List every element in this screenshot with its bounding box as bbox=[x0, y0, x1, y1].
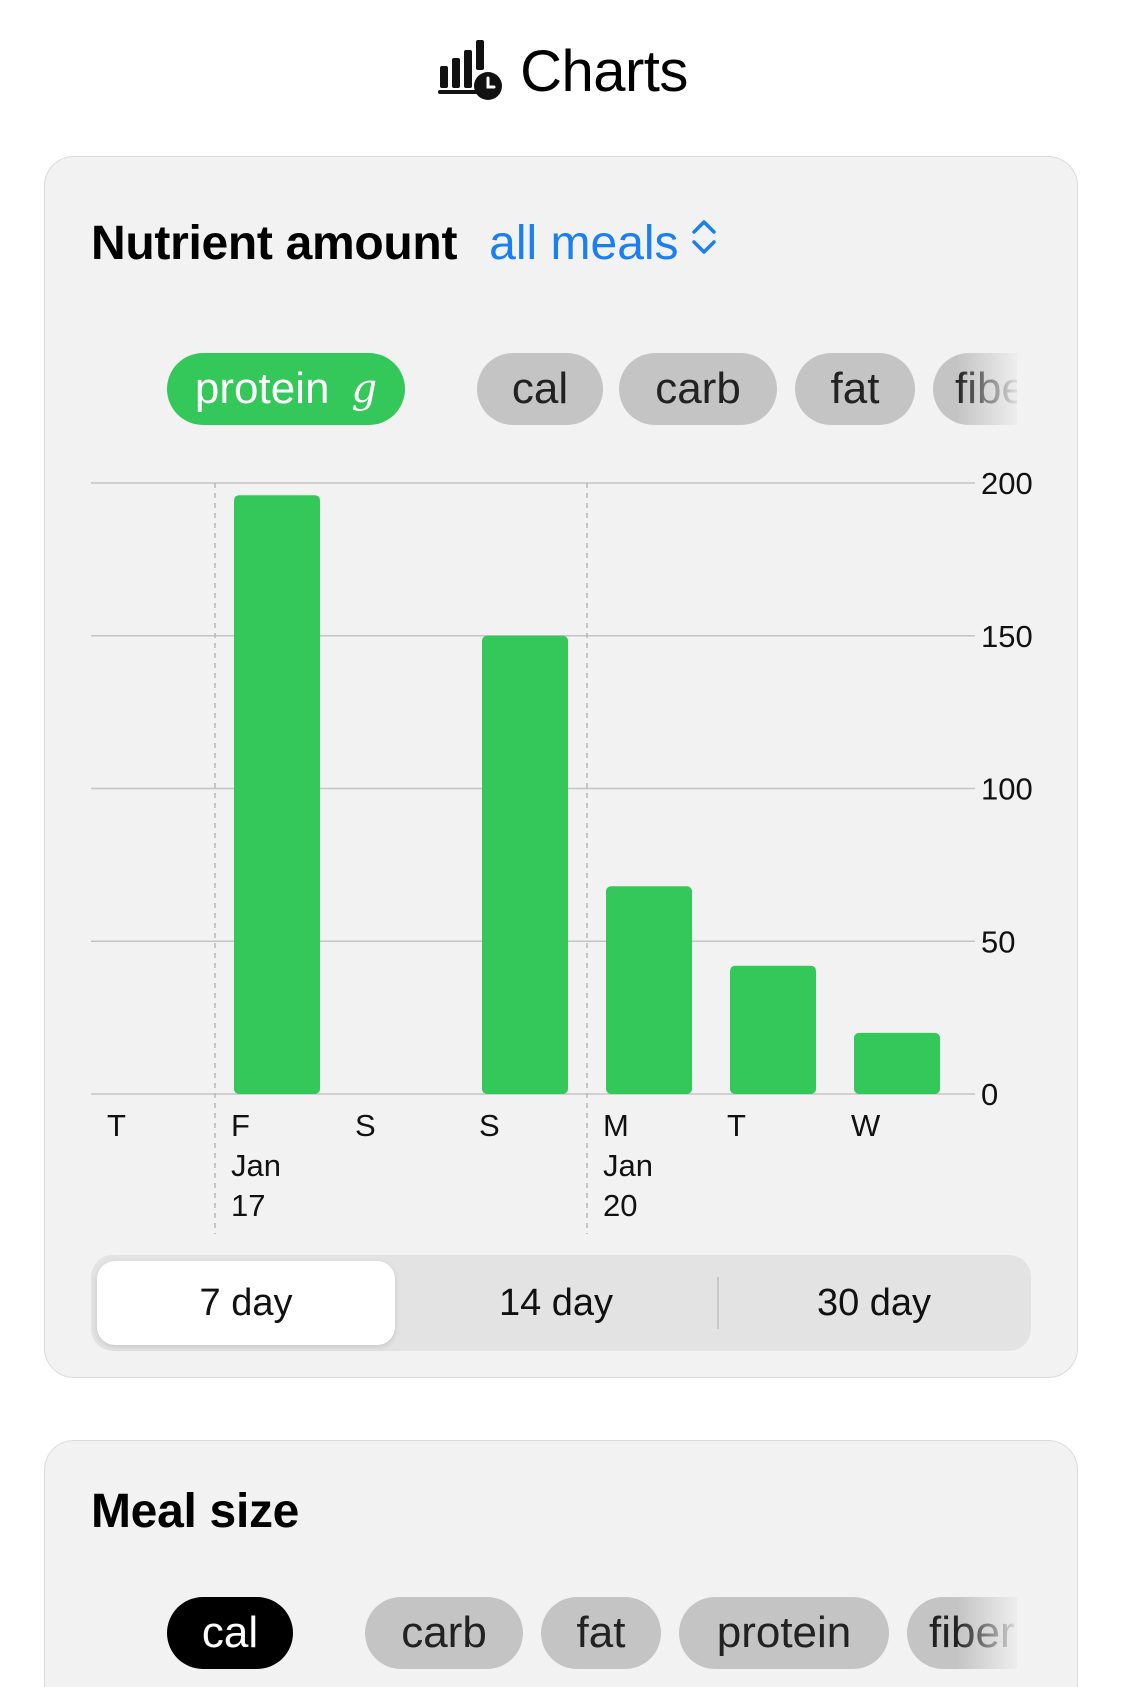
range-segmented-control: 7 day 14 day 30 day bbox=[91, 1255, 1031, 1351]
pill-fat[interactable]: fat bbox=[541, 1597, 661, 1669]
pill-label: protein bbox=[716, 1608, 852, 1657]
range-tab-14-day[interactable]: 14 day bbox=[401, 1261, 711, 1345]
date-day-label: 20 bbox=[603, 1188, 637, 1223]
x-tick-label: T bbox=[107, 1108, 126, 1143]
date-month-label: Jan bbox=[603, 1148, 653, 1183]
pill-label: fiber bbox=[929, 1608, 1015, 1657]
pill-label: cal bbox=[201, 1608, 259, 1657]
page-title: Charts bbox=[520, 38, 688, 104]
bar bbox=[606, 886, 692, 1094]
y-tick-label: 50 bbox=[981, 924, 1015, 959]
x-tick-label: T bbox=[727, 1108, 746, 1143]
segment-divider bbox=[717, 1277, 719, 1329]
chart-clock-icon bbox=[436, 36, 504, 107]
range-tab-label: 30 day bbox=[816, 1281, 932, 1324]
x-tick-label: W bbox=[851, 1108, 881, 1143]
nutrient-bar-chart: 0 50 100 150 200 T F S S M T W Jan 17 Jan 20 bbox=[91, 466, 1033, 1234]
range-tab-label: 14 day bbox=[498, 1281, 614, 1324]
meal-size-card: Meal size cal carb fat protein fiber bbox=[44, 1440, 1078, 1687]
x-tick-label: S bbox=[355, 1108, 376, 1143]
meal-size-pill-row: cal carb fat protein fiber bbox=[121, 1597, 1017, 1669]
y-tick-label: 100 bbox=[981, 772, 1033, 807]
x-tick-label: M bbox=[603, 1108, 629, 1143]
pill-carb[interactable]: carb bbox=[365, 1597, 523, 1669]
y-tick-label: 150 bbox=[981, 619, 1033, 654]
range-tab-7-day[interactable]: 7 day bbox=[97, 1261, 395, 1345]
y-tick-label: 0 bbox=[981, 1077, 998, 1112]
bar bbox=[854, 1032, 940, 1094]
range-tab-label: 7 day bbox=[199, 1281, 293, 1324]
x-tick-label: S bbox=[479, 1108, 500, 1143]
meal-size-title: Meal size bbox=[91, 1484, 300, 1538]
bar bbox=[482, 635, 568, 1094]
pill-cal[interactable]: cal bbox=[167, 1597, 293, 1669]
meal-size-header: Meal size bbox=[91, 1481, 299, 1541]
y-tick-label: 200 bbox=[981, 466, 1033, 501]
bar bbox=[234, 495, 320, 1095]
nutrient-amount-card: Nutrient amount all meals protein g cal … bbox=[44, 156, 1078, 1378]
bar bbox=[730, 965, 816, 1094]
pill-label: carb bbox=[401, 1608, 487, 1657]
page-header: Charts bbox=[0, 36, 1124, 106]
date-day-label: 17 bbox=[231, 1188, 265, 1223]
pill-fiber[interactable]: fiber bbox=[907, 1597, 1017, 1669]
date-month-label: Jan bbox=[231, 1148, 281, 1183]
x-tick-label: F bbox=[231, 1108, 250, 1143]
range-tab-30-day[interactable]: 30 day bbox=[723, 1261, 1025, 1345]
pill-protein[interactable]: protein bbox=[679, 1597, 889, 1669]
pill-label: fat bbox=[576, 1608, 626, 1657]
